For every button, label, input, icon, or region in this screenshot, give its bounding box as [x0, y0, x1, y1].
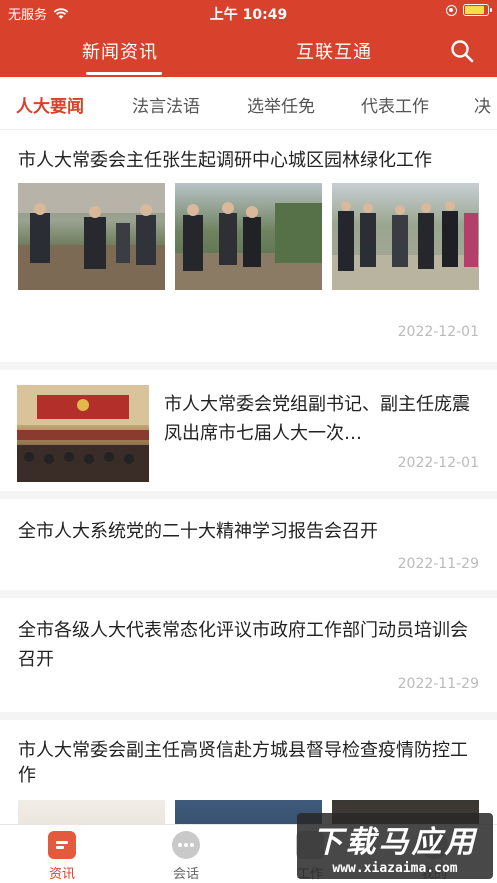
tab-news[interactable]: 新闻资讯	[82, 38, 158, 64]
watermark-url: www.xiazaima.com	[332, 861, 458, 876]
battery-icon	[463, 4, 492, 16]
news-photo	[18, 800, 165, 824]
nav-news[interactable]: 资讯	[22, 831, 102, 882]
status-time: 上午 10:49	[209, 7, 288, 23]
news-item[interactable]: 市人大常委会副主任高贤信赴方城县督导检查疫情防控工作	[0, 720, 497, 824]
news-title: 全市人大系统党的二十大精神学习报告会召开	[18, 521, 378, 542]
category-tab-npc-news[interactable]: 人大要闻	[16, 92, 84, 117]
news-item[interactable]: 全市人大系统党的二十大精神学习报告会召开 2022-11-29	[0, 499, 497, 598]
news-item[interactable]: 全市各级人大代表常态化评议市政府工作部门动员培训会召开 2022-11-29	[0, 598, 497, 720]
battery-fill	[465, 6, 484, 14]
nav-chat-label: 会话	[172, 867, 199, 882]
chat-icon	[172, 831, 200, 859]
watermark: 下载马应用 www.xiazaima.com	[297, 813, 493, 879]
news-photo	[17, 385, 149, 482]
category-tab-deputies[interactable]: 代表工作	[361, 92, 429, 117]
search-icon[interactable]	[449, 38, 475, 64]
news-date: 2022-12-01	[397, 455, 479, 471]
active-tab-indicator	[86, 72, 162, 75]
news-date: 2022-12-01	[397, 324, 479, 340]
app-header: 无服务 上午 10:49 新闻资讯 互联互通	[0, 0, 497, 77]
tab-interconnect[interactable]: 互联互通	[296, 38, 372, 64]
nav-news-label: 资讯	[48, 867, 75, 882]
category-tab-decisions[interactable]: 决	[474, 92, 491, 117]
orientation-lock-icon	[446, 4, 457, 16]
watermark-title: 下载马应用	[312, 825, 478, 860]
news-photo	[18, 183, 165, 290]
category-tab-law[interactable]: 法言法语	[132, 92, 200, 117]
category-tab-elections[interactable]: 选举任免	[247, 92, 315, 117]
news-date: 2022-11-29	[397, 556, 479, 572]
nav-chat[interactable]: 会话	[146, 831, 226, 882]
news-feed: 市人大常委会主任张生起调研中心城区园林绿化工作 2022-12-01 市人大常委…	[0, 131, 497, 824]
news-title: 市人大常委会党组副书记、副主任庞震凤出席市七届人大一次…	[164, 394, 470, 444]
news-title: 市人大常委会主任张生起调研中心城区园林绿化工作	[18, 150, 432, 171]
news-photo	[175, 183, 322, 290]
category-tabs: 人大要闻 法言法语 选举任免 代表工作 决	[0, 77, 497, 130]
news-title: 市人大常委会副主任高贤信赴方城县督导检查疫情防控工作	[18, 740, 468, 786]
news-item[interactable]: 市人大常委会党组副书记、副主任庞震凤出席市七届人大一次… 2022-12-01	[0, 370, 497, 499]
news-photo	[332, 183, 479, 290]
news-title: 全市各级人大代表常态化评议市政府工作部门动员培训会召开	[18, 620, 468, 670]
news-icon	[48, 831, 76, 859]
status-bar: 无服务 上午 10:49	[0, 0, 497, 24]
header-tabs: 新闻资讯 互联互通	[0, 30, 497, 77]
status-right	[446, 4, 492, 16]
news-date: 2022-11-29	[397, 676, 479, 692]
news-item[interactable]: 市人大常委会主任张生起调研中心城区园林绿化工作 2022-12-01	[0, 131, 497, 370]
news-image-row	[0, 183, 497, 290]
